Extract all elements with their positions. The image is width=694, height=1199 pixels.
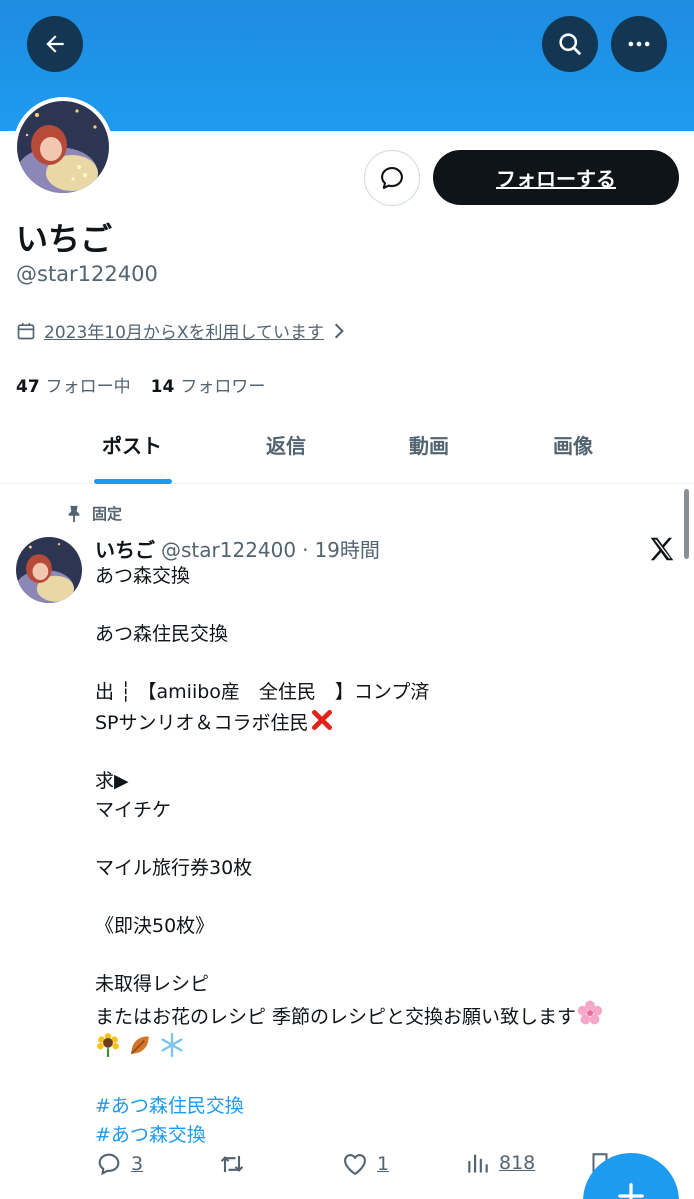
post-line <box>95 883 670 912</box>
post-line <box>95 941 670 970</box>
post-line: あつ森交換 <box>95 565 191 587</box>
post-line <box>95 738 670 767</box>
pin-icon <box>68 505 80 522</box>
pinned-indicator: 固定 <box>66 503 122 524</box>
emoji-line <box>95 1032 670 1063</box>
following-label: フォロー中 <box>45 377 131 397</box>
profile-handle: @star122400 <box>16 262 158 286</box>
search-icon <box>559 33 581 55</box>
post-author-name[interactable]: いちご <box>95 534 155 563</box>
post-line: SPサンリオ＆コラボ住民 <box>95 712 309 734</box>
scrollbar[interactable] <box>684 489 689 559</box>
more-button[interactable] <box>611 16 667 72</box>
post-line: 未取得レシピ <box>95 973 210 995</box>
hashtag-link[interactable]: #あつ森住民交換 <box>95 1092 670 1121</box>
followers-link[interactable]: 14 フォロワー <box>151 372 266 397</box>
reply-button[interactable]: 3 <box>95 1150 143 1178</box>
following-count: 47 <box>16 377 40 397</box>
post-line-with-emoji: SPサンリオ＆コラボ住民 <box>95 707 670 738</box>
following-link[interactable]: 47 フォロー中 <box>16 372 131 397</box>
active-tab-indicator <box>94 479 172 484</box>
followers-count: 14 <box>150 377 175 397</box>
post-line-with-emoji: またはお花のレシピ 季節のレシピと交換お願い致します <box>95 999 670 1032</box>
heart-icon <box>344 1154 366 1175</box>
post-author-avatar[interactable] <box>16 537 82 603</box>
joined-text: 2023年10月からXを利用しています <box>44 323 325 343</box>
post-line: 求▶︎ <box>95 770 129 792</box>
post-line: 《即決50枚》 <box>95 915 215 937</box>
post-author-handle[interactable]: @star122400 <box>161 538 296 562</box>
snowflake-emoji-icon <box>161 1032 183 1058</box>
chevron-right-icon <box>334 323 344 338</box>
post-line <box>95 649 670 678</box>
plus-icon <box>618 1183 644 1199</box>
hashtag-link[interactable]: #あつ森交換 <box>95 1121 670 1150</box>
post-line <box>95 825 670 854</box>
message-button[interactable] <box>364 150 420 206</box>
post-line <box>95 591 670 620</box>
post-timestamp[interactable]: 19時間 <box>314 534 379 563</box>
views-icon <box>468 1154 488 1173</box>
like-count: 1 <box>377 1153 390 1175</box>
red-cross-emoji-icon <box>311 709 332 731</box>
more-icon <box>628 41 650 47</box>
search-button[interactable] <box>542 16 598 72</box>
calendar-icon <box>17 322 35 339</box>
reply-icon <box>98 1153 120 1176</box>
profile-tabs: ポスト 返信 動画 画像 <box>0 408 694 484</box>
cherry-blossom-emoji-icon <box>577 1000 603 1025</box>
arrow-left-icon <box>46 35 64 53</box>
profile-display-name: いちご <box>16 220 113 258</box>
post-time-separator: · <box>302 538 309 562</box>
post-text: あつ森交換 あつ森住民交換 出 ┆ 【amiibo産 全住民 】コンプ済 SPサ… <box>95 562 670 1150</box>
tab-images[interactable]: 画像 <box>553 430 593 459</box>
pinned-label: 固定 <box>92 505 123 523</box>
post-line <box>95 1063 670 1092</box>
followers-label: フォロワー <box>180 377 266 397</box>
fallen-leaf-emoji-icon <box>130 1036 149 1055</box>
views-button[interactable]: 818 <box>465 1150 535 1176</box>
repost-icon <box>220 1155 244 1173</box>
post-line: あつ森住民交換 <box>95 623 229 645</box>
reply-count: 3 <box>131 1153 144 1175</box>
tab-posts[interactable]: ポスト <box>102 430 162 459</box>
tab-videos[interactable]: 動画 <box>409 430 449 459</box>
back-button[interactable] <box>27 16 83 72</box>
joined-date[interactable]: 2023年10月からXを利用しています <box>16 318 346 343</box>
repost-button[interactable] <box>217 1150 255 1178</box>
profile-banner <box>0 0 694 131</box>
follow-stats: 47 フォロー中 14 フォロワー <box>16 372 265 397</box>
post-line: マイル旅行券30枚 <box>95 857 253 879</box>
views-count: 818 <box>499 1152 536 1174</box>
message-bubble-icon <box>381 167 403 189</box>
follow-button[interactable]: フォローする <box>433 150 679 205</box>
post-header: いちご @star122400 · 19時間 <box>95 534 380 563</box>
like-button[interactable]: 1 <box>341 1150 389 1178</box>
post-line: マイチケ <box>95 799 172 821</box>
avatar-image <box>17 101 109 193</box>
tab-replies[interactable]: 返信 <box>266 430 306 459</box>
sunflower-emoji-icon <box>97 1033 119 1057</box>
post-line: 出 ┆ 【amiibo産 全住民 】コンプ済 <box>95 681 430 703</box>
post-line: またはお花のレシピ 季節のレシピと交換お願い致します <box>95 1006 577 1028</box>
profile-avatar[interactable] <box>13 97 113 197</box>
